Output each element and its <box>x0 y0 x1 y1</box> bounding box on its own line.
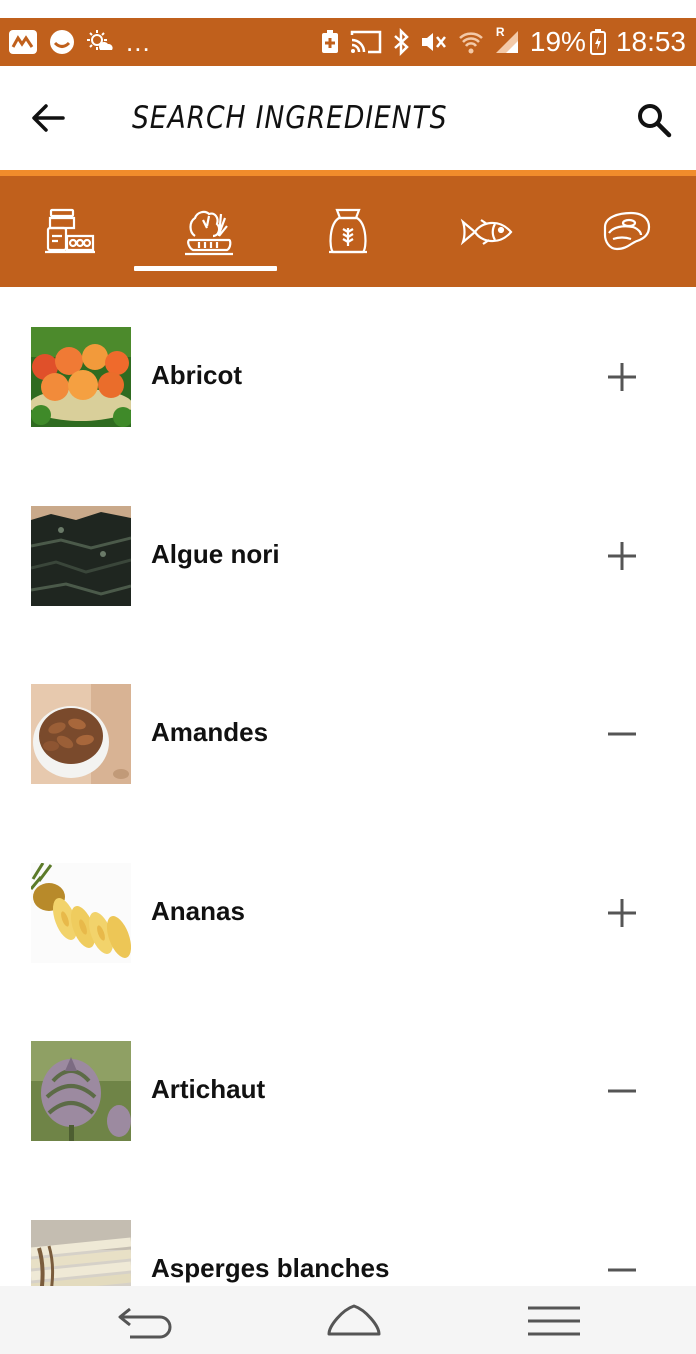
back-button[interactable] <box>0 66 96 170</box>
nav-menu-button[interactable] <box>514 1296 594 1346</box>
signal-roaming: R <box>495 25 505 39</box>
add-ingredient-button[interactable] <box>598 532 646 580</box>
nav-home-icon <box>327 1304 381 1336</box>
weather-icon <box>86 28 116 56</box>
clock: 18:53 <box>615 26 686 57</box>
cast-icon <box>350 29 382 55</box>
tab-pantry[interactable] <box>0 176 139 287</box>
ingredient-name: Algue nori <box>151 538 280 569</box>
wifi-icon <box>458 30 484 54</box>
messenger-icon <box>48 28 76 56</box>
fish-icon <box>460 218 513 245</box>
list-item[interactable]: Artichaut <box>0 1001 696 1180</box>
ingredient-image-nori-seaweed <box>31 505 131 606</box>
ingredient-name: Ananas <box>151 895 245 926</box>
page-title: SEARCH INGREDIENTS <box>132 100 448 136</box>
add-ingredient-button[interactable] <box>598 353 646 401</box>
grain-sack-icon <box>329 208 367 253</box>
minus-icon <box>608 732 636 736</box>
tab-fish[interactable] <box>418 176 557 287</box>
list-item[interactable]: Abricot <box>0 287 696 466</box>
search-icon <box>638 104 672 138</box>
ingredient-image-artichoke <box>31 1041 131 1141</box>
vegetables-icon <box>184 210 233 255</box>
selected-tab-indicator <box>134 266 277 271</box>
plus-icon <box>608 541 636 570</box>
status-overflow: ... <box>126 27 151 57</box>
arrow-back-icon <box>32 104 65 132</box>
remove-ingredient-button[interactable] <box>598 710 646 758</box>
ingredient-name: Asperges blanches <box>151 1252 390 1283</box>
app-bar: SEARCH INGREDIENTS <box>0 66 696 170</box>
list-item[interactable]: Asperges blanches <box>0 1180 696 1287</box>
tab-grains[interactable] <box>278 176 417 287</box>
signal-icon: R <box>494 25 520 55</box>
tab-meat[interactable] <box>557 176 696 287</box>
ingredient-image-pineapple <box>31 862 131 963</box>
search-button[interactable] <box>626 92 682 148</box>
nav-back-icon <box>118 1307 172 1339</box>
minus-icon <box>608 1268 636 1271</box>
nav-home-button[interactable] <box>314 1296 394 1346</box>
ingredient-image-almonds <box>31 684 131 784</box>
ingredient-image-apricots <box>31 327 131 427</box>
ingredient-name: Artichaut <box>151 1074 266 1104</box>
nav-back-button[interactable] <box>106 1296 186 1346</box>
system-nav-bar <box>0 1286 696 1354</box>
top-strip <box>0 0 696 18</box>
list-item[interactable]: Amandes <box>0 644 696 823</box>
ingredient-image-white-asparagus <box>31 1219 131 1286</box>
battery-saver-icon <box>320 29 340 55</box>
pantry-jar-icon <box>44 208 95 253</box>
plus-icon <box>608 363 636 391</box>
bluetooth-icon <box>392 28 410 56</box>
status-bar: ... R 19% 18:53 <box>0 18 696 66</box>
nav-menu-icon <box>528 1306 580 1336</box>
remove-ingredient-button[interactable] <box>598 1067 646 1115</box>
maps-icon <box>8 29 38 55</box>
category-tabs <box>0 176 696 287</box>
plus-icon <box>608 898 636 927</box>
add-ingredient-button[interactable] <box>598 889 646 937</box>
minus-icon <box>608 1089 636 1093</box>
list-item[interactable]: Ananas <box>0 823 696 1002</box>
remove-ingredient-button[interactable] <box>598 1246 646 1287</box>
ingredient-name: Amandes <box>151 717 269 747</box>
ingredient-list: Abricot Algue nori Amandes Ananas Artich… <box>0 287 696 1286</box>
list-item[interactable]: Algue nori <box>0 466 696 645</box>
battery-percent: 19% <box>529 26 586 57</box>
battery-icon <box>589 29 606 55</box>
mute-icon <box>420 29 448 55</box>
meat-icon <box>604 211 651 250</box>
ingredient-name: Abricot <box>151 360 242 390</box>
